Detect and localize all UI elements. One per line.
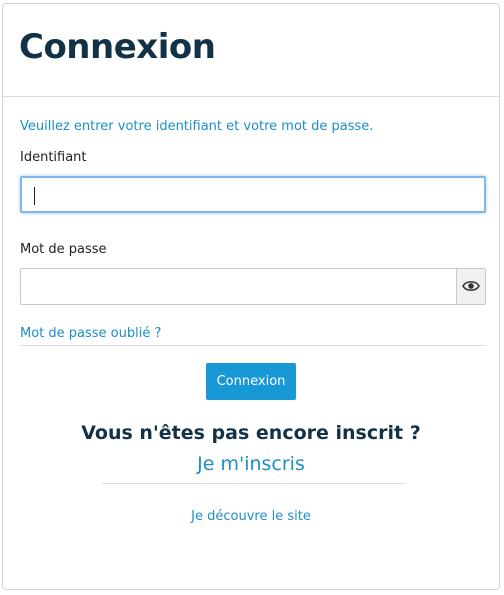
forgot-password-link[interactable]: Mot de passe oublié ?	[20, 326, 161, 341]
login-card: Connexion Veuillez entrer votre identifi…	[2, 3, 500, 590]
discover-site-link[interactable]: Je découvre le site	[3, 509, 499, 524]
show-password-button[interactable]	[456, 268, 486, 305]
username-label: Identifiant	[20, 150, 87, 165]
signup-link[interactable]: Je m'inscris	[3, 453, 499, 475]
login-instructions: Veuillez entrer votre identifiant et vot…	[20, 119, 374, 134]
divider	[102, 483, 404, 484]
password-input[interactable]	[20, 268, 457, 305]
username-input[interactable]	[20, 176, 486, 213]
eye-icon	[462, 277, 480, 296]
page-title: Connexion	[19, 27, 216, 67]
login-button[interactable]: Connexion	[206, 363, 296, 400]
password-label: Mot de passe	[20, 242, 107, 257]
text-caret	[34, 187, 35, 205]
divider	[20, 345, 486, 346]
card-header: Connexion	[3, 4, 499, 97]
signup-question: Vous n'êtes pas encore inscrit ?	[81, 422, 421, 444]
